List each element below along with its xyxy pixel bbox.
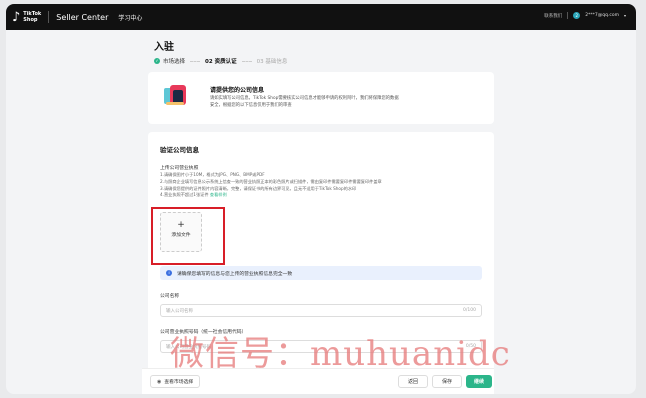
- placeholder: 输入公司名称: [166, 309, 193, 314]
- upload-license-label: 上传公司营业执照: [160, 166, 199, 171]
- company-name-input[interactable]: 输入公司名称 0/100: [160, 304, 482, 317]
- step-label: 02 资质认证: [205, 59, 237, 65]
- page-title: 入驻: [154, 42, 174, 53]
- add-file-label: 添加文件: [171, 233, 191, 238]
- view-market-button[interactable]: ◉ 查看市场选择: [150, 375, 201, 388]
- chevron-down-icon[interactable]: ▾: [624, 13, 626, 18]
- contact-us-link[interactable]: 联系我们: [544, 13, 562, 19]
- eye-icon: ◉: [157, 378, 162, 385]
- tiktok-logo-icon: ♪: [12, 9, 21, 25]
- logo-text-line2: Shop: [23, 17, 38, 23]
- info-title: 请提供您的公司信息: [210, 87, 265, 94]
- company-info-card: 请提供您的公司信息 请如实填写公司信息，TikTok Shop需要核实公司信息才…: [148, 72, 494, 124]
- user-area: 联系我们 2 2***7@qq.com ▾: [544, 12, 626, 19]
- top-bar: ♪ TikTok Shop Seller Center 学习中心 联系我们 2 …: [6, 4, 636, 30]
- rule-item: 1.请确保图片小于10M，格式为JPG、PNG、BMP或PDF: [160, 172, 265, 177]
- progress-steps: ✓ 市场选择 02 资质认证 03 基础信息: [154, 57, 500, 65]
- info-icon: i: [166, 270, 172, 276]
- notice-text: 请确保您填写的信息与您上传的营业执照信息完全一致: [177, 271, 293, 277]
- learning-center-link[interactable]: 学习中心: [118, 13, 142, 22]
- upload-rules: 1.请确保图片小于10M，格式为JPG、PNG、BMP或PDF 2.与照商企业填…: [160, 172, 480, 199]
- rule-item: 2.与照商企业填写信息公示系统上信查一致的营业执照正本的彩色照片或扫描件，需由复…: [160, 178, 382, 184]
- rule-item: 4.营业执照不超过1张证件 查看样例: [160, 192, 227, 198]
- save-button[interactable]: 保存: [432, 375, 462, 388]
- check-icon: ✓: [154, 58, 160, 64]
- section-title: 验证公司信息: [160, 146, 199, 154]
- step-label: 03 基础信息: [256, 59, 288, 65]
- info-description: 请如实填写公司信息，TikTok Shop需要核实公司信息才能够申请的权利阿叶，…: [210, 96, 399, 108]
- step-market: ✓ 市场选择: [154, 57, 185, 65]
- company-name-label: 公司名称: [160, 294, 180, 299]
- divider: [567, 12, 569, 19]
- step-connector: [241, 60, 252, 62]
- step-qualification: 02 资质认证: [205, 57, 237, 65]
- view-example-link[interactable]: 查看样例: [210, 192, 227, 197]
- brand-title: Seller Center: [56, 12, 109, 22]
- info-notice: i 请确保您填写的信息与您上传的营业执照信息完全一致: [160, 266, 482, 280]
- avatar[interactable]: 2: [573, 12, 581, 19]
- continue-button[interactable]: 继续: [466, 375, 492, 388]
- plus-icon: +: [177, 220, 185, 230]
- tiktok-shop-logo[interactable]: ♪ TikTok Shop: [12, 11, 41, 24]
- step-label: 市场选择: [163, 59, 186, 65]
- step-basic-info: 03 基础信息: [257, 57, 288, 65]
- account-email[interactable]: 2***7@qq.com: [585, 13, 619, 18]
- step-connector: [190, 60, 201, 62]
- page-header: 入驻 ✓ 市场选择 02 资质认证 03 基础信息: [154, 38, 500, 65]
- watermark-text: 微信号：muhuanidc: [170, 334, 511, 374]
- char-count: 0/100: [463, 308, 476, 313]
- view-market-label: 查看市场选择: [164, 380, 194, 385]
- company-illustration-icon: [164, 85, 186, 105]
- back-button[interactable]: 返回: [398, 375, 428, 388]
- divider: [48, 11, 50, 23]
- add-file-button[interactable]: + 添加文件: [160, 212, 202, 252]
